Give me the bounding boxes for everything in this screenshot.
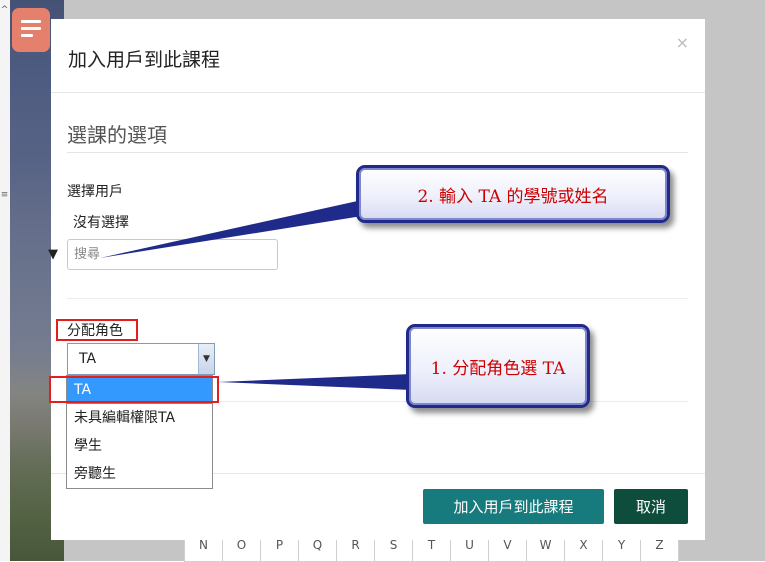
role-option-auditor[interactable]: 旁聽生 [67,460,212,488]
dialog-title: 加入用戶到此課程 [68,49,221,71]
assign-role-highlight [56,319,138,341]
chevron-up-icon[interactable]: ^ [0,4,9,16]
divider [67,298,688,299]
dialog-header: 加入用戶到此課程 × [51,19,705,93]
role-option-non-editing-ta[interactable]: 未具編輯權限TA [67,404,212,432]
no-selection-text: 沒有選擇 [73,215,129,231]
user-search-input[interactable] [67,239,278,270]
cancel-button[interactable]: 取消 [614,489,688,524]
scroll-grip-icon: ≡ [0,190,9,200]
role-option-student[interactable]: 學生 [67,432,212,460]
caret-down-icon[interactable]: ▼ [48,247,58,262]
menu-button[interactable] [12,8,50,52]
callout-assign-role: 1. 分配角色選 TA [406,324,590,408]
select-user-label: 選擇用戶 [67,184,123,200]
ta-option-highlight [49,376,219,403]
add-users-button[interactable]: 加入用戶到此課程 [423,489,604,524]
section-title: 選課的選項 [67,123,167,147]
divider [67,152,688,153]
role-select-value: TA [79,351,97,367]
chevron-down-icon[interactable]: ▼ [198,344,214,374]
role-select[interactable]: TA ▼ [67,343,215,375]
close-icon[interactable]: × [676,33,689,52]
hamburger-icon [21,20,41,23]
callout-enter-ta: 2. 輸入 TA 的學號或姓名 [356,165,670,223]
